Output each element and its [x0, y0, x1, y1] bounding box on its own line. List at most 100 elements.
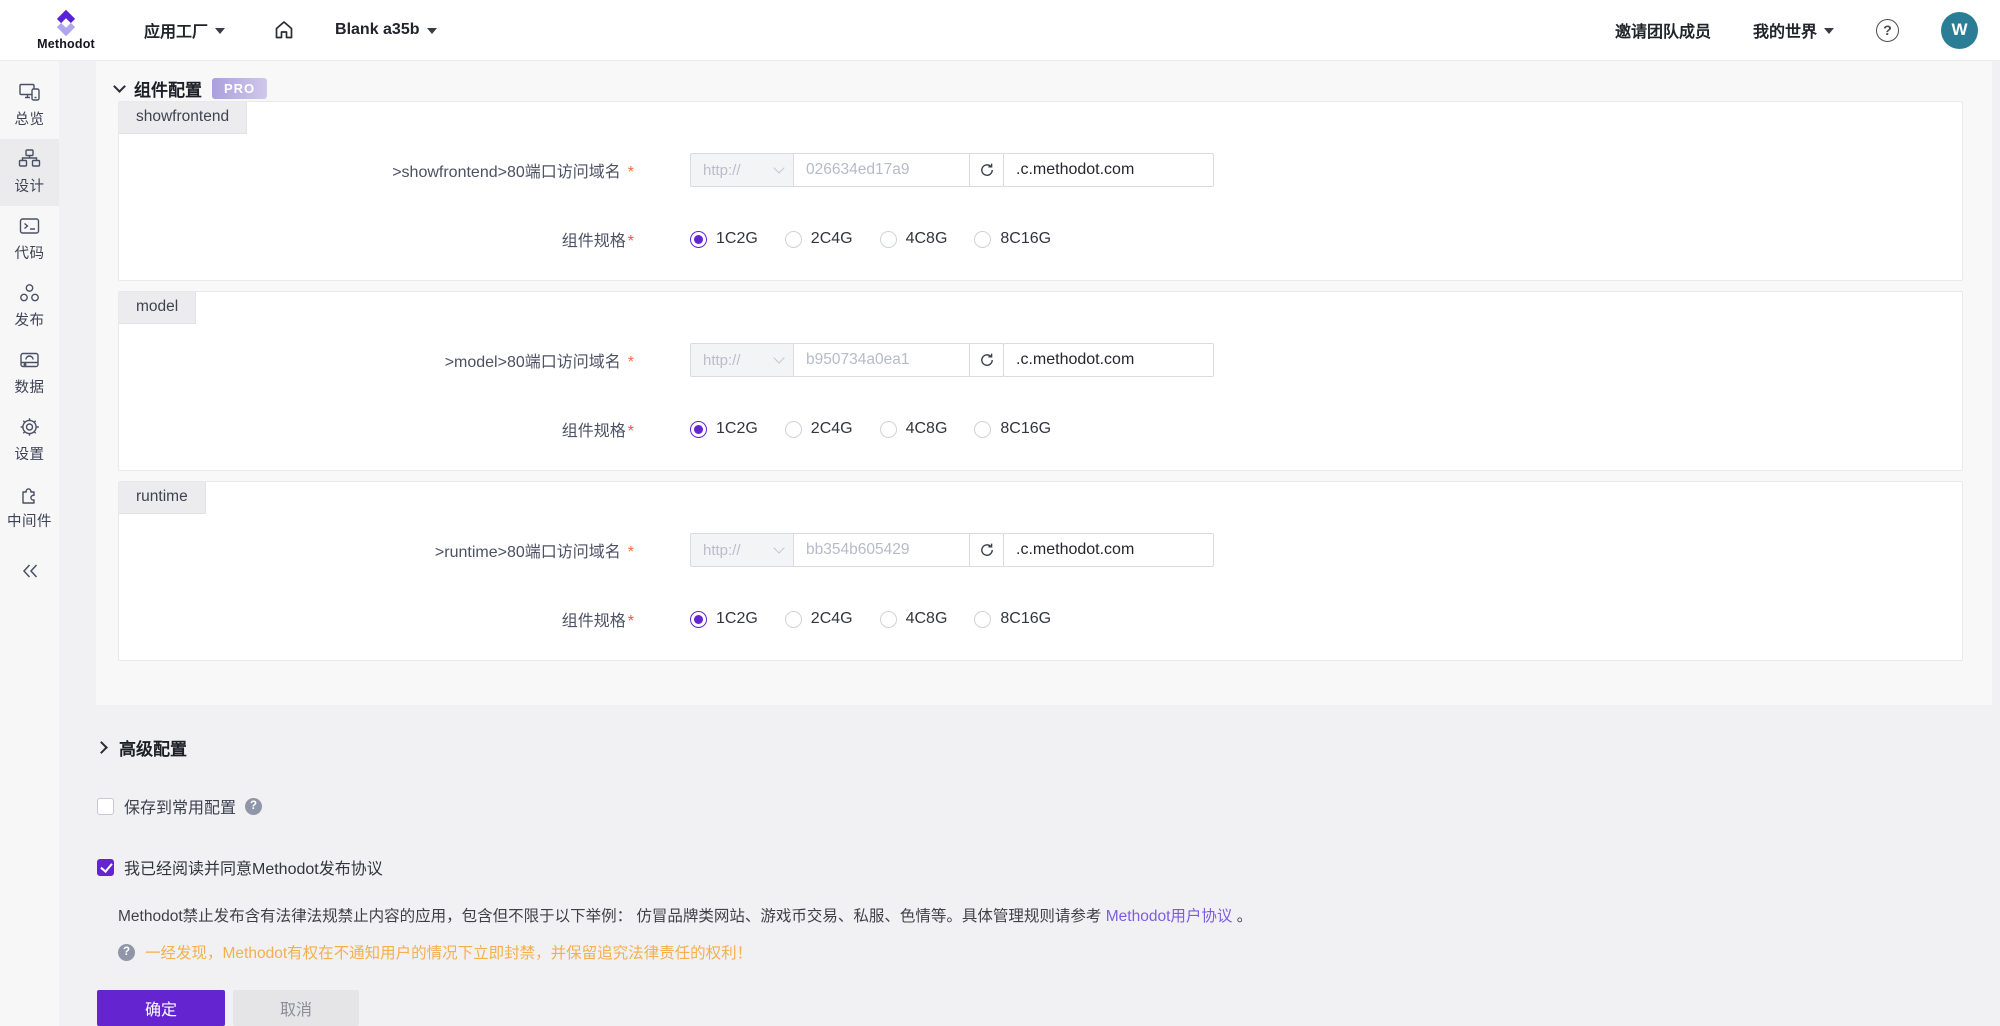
component-tab: model [119, 292, 196, 324]
save-config-row: 保存到常用配置 ? [97, 794, 2000, 818]
domain-suffix-input[interactable] [1003, 533, 1214, 567]
settings-icon [18, 416, 41, 438]
domain-suffix-input[interactable] [1003, 343, 1214, 377]
sidebar-label-publish: 发布 [15, 309, 45, 330]
main-content: 组件配置 PRO showfrontend >showfrontend>80端口… [59, 61, 2000, 1026]
sidebar-item-publish[interactable]: 发布 [0, 273, 59, 340]
radio-8c16g[interactable]: 8C16G [974, 610, 1051, 628]
component-config-panel: 组件配置 PRO showfrontend >showfrontend>80端口… [96, 61, 1992, 705]
avatar[interactable]: W [1941, 12, 1978, 49]
radio-2c4g[interactable]: 2C4G [785, 420, 853, 438]
project-name: Blank a35b [335, 21, 419, 39]
double-chevron-left-icon [20, 563, 40, 579]
middleware-icon [18, 483, 41, 505]
sidebar-item-design[interactable]: 设计 [0, 139, 59, 206]
refresh-domain-button[interactable] [970, 153, 1004, 187]
protocol-select[interactable]: http:// [690, 533, 794, 567]
home-button[interactable] [273, 19, 295, 41]
methodot-logo[interactable]: Methodot [30, 9, 102, 51]
spec-label: 组件规格* [119, 227, 634, 251]
sidebar: 总览 设计 代码 [0, 61, 59, 1026]
domain-label: >showfrontend>80端口访问域名* [119, 158, 634, 182]
radio-4c8g[interactable]: 4C8G [880, 420, 948, 438]
domain-input[interactable] [794, 153, 970, 187]
radio-4c8g[interactable]: 4C8G [880, 230, 948, 248]
sidebar-item-settings[interactable]: 设置 [0, 407, 59, 474]
required-asterisk: * [628, 423, 634, 440]
help-icon[interactable]: ? [1876, 19, 1899, 42]
refresh-domain-button[interactable] [970, 343, 1004, 377]
domain-input[interactable] [794, 533, 970, 567]
component-card-model: model >model>80端口访问域名* http:// [118, 291, 1963, 471]
required-asterisk: * [628, 613, 634, 630]
advanced-config-header[interactable]: 高级配置 [97, 735, 2000, 760]
sidebar-label-data: 数据 [15, 376, 45, 397]
radio-4c8g[interactable]: 4C8G [880, 610, 948, 628]
question-icon[interactable]: ? [245, 798, 262, 815]
component-card-runtime: runtime >runtime>80端口访问域名* http:// [118, 481, 1963, 661]
protocol-value: http:// [703, 352, 741, 369]
required-asterisk: * [628, 164, 634, 181]
pro-badge: PRO [212, 78, 267, 99]
logo-text: Methodot [37, 37, 95, 51]
confirm-button[interactable]: 确定 [97, 990, 225, 1026]
app-factory-menu[interactable]: 应用工厂 [144, 18, 225, 42]
project-selector[interactable]: Blank a35b [335, 21, 436, 39]
sidebar-label-code: 代码 [15, 242, 45, 263]
design-icon [18, 148, 41, 170]
sidebar-collapse-button[interactable] [0, 555, 59, 587]
sidebar-item-code[interactable]: 代码 [0, 206, 59, 273]
chevron-down-icon [773, 542, 784, 553]
chevron-down-icon [113, 80, 126, 93]
spec-radio-group: 1C2G 2C4G 4C8G 8C16G [690, 610, 1051, 628]
invite-members-button[interactable]: 邀请团队成员 [1615, 18, 1711, 42]
radio-2c4g[interactable]: 2C4G [785, 610, 853, 628]
app-factory-label: 应用工厂 [144, 18, 208, 42]
agreement-checkbox[interactable] [97, 859, 114, 876]
user-agreement-link[interactable]: Methodot用户协议 [1106, 908, 1233, 925]
chevron-down-icon [773, 352, 784, 363]
chevron-down-icon [427, 28, 437, 34]
sidebar-label-middleware: 中间件 [7, 510, 52, 531]
component-config-header[interactable]: 组件配置 PRO [115, 76, 1963, 101]
component-tab: showfrontend [119, 102, 247, 134]
component-tab: runtime [119, 482, 206, 514]
save-config-checkbox[interactable] [97, 798, 114, 815]
chevron-down-icon [773, 162, 784, 173]
save-config-label: 保存到常用配置 [124, 794, 236, 818]
radio-1c2g[interactable]: 1C2G [690, 420, 758, 438]
section-title: 组件配置 [134, 76, 202, 101]
radio-8c16g[interactable]: 8C16G [974, 230, 1051, 248]
agreement-label: 我已经阅读并同意Methodot发布协议 [124, 855, 383, 879]
methodot-logo-icon [51, 9, 81, 36]
protocol-select[interactable]: http:// [690, 343, 794, 377]
radio-8c16g[interactable]: 8C16G [974, 420, 1051, 438]
sidebar-label-settings: 设置 [15, 443, 45, 464]
invite-members-label: 邀请团队成员 [1615, 18, 1711, 42]
code-icon [18, 215, 41, 237]
radio-1c2g[interactable]: 1C2G [690, 230, 758, 248]
my-world-menu[interactable]: 我的世界 [1753, 18, 1834, 42]
spec-label: 组件规格* [119, 417, 634, 441]
warning-text: 一经发现，Methodot有权在不通知用户的情况下立即封禁，并保留追究法律责任的… [145, 941, 752, 963]
domain-suffix-input[interactable] [1003, 153, 1214, 187]
domain-input[interactable] [794, 343, 970, 377]
protocol-select[interactable]: http:// [690, 153, 794, 187]
publish-icon [18, 282, 41, 304]
cancel-button[interactable]: 取消 [233, 990, 359, 1026]
refresh-icon [979, 162, 995, 178]
disclaimer-body: Methodot禁止发布含有法律法规禁止内容的应用，包含但不限于以下举例： 仿冒… [118, 908, 1106, 925]
sidebar-item-overview[interactable]: 总览 [0, 72, 59, 139]
radio-2c4g[interactable]: 2C4G [785, 230, 853, 248]
domain-label: >runtime>80端口访问域名* [119, 538, 634, 562]
chevron-down-icon [1824, 28, 1834, 34]
spec-radio-group: 1C2G 2C4G 4C8G 8C16G [690, 230, 1051, 248]
protocol-value: http:// [703, 542, 741, 559]
sidebar-item-data[interactable]: 数据 [0, 340, 59, 407]
required-asterisk: * [628, 233, 634, 250]
my-world-label: 我的世界 [1753, 18, 1817, 42]
radio-1c2g[interactable]: 1C2G [690, 610, 758, 628]
sidebar-item-middleware[interactable]: 中间件 [0, 474, 59, 541]
refresh-icon [979, 352, 995, 368]
refresh-domain-button[interactable] [970, 533, 1004, 567]
